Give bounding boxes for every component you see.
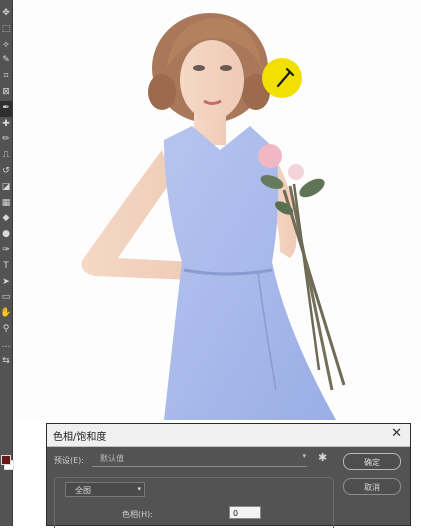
tools-panel: ✥ ⬚ ⟡ ✎ ⌗ ⊠ ✒ ✚ ✏ ⎍ ↺ ◪ ▦ ◆ ● ✑ T ➤ ▭ ✋ ⚲… ⇆ — [0, 0, 13, 526]
preset-label: 预设(E): — [54, 456, 84, 465]
chevron-down-icon: ▾ — [302, 452, 306, 460]
eyedropper-tool-icon[interactable]: ✒ — [0, 100, 12, 117]
zoom-tool-icon[interactable]: ⚲ — [0, 322, 12, 338]
crop-tool-icon[interactable]: ⌗ — [0, 69, 12, 85]
hue-saturation-dialog: 色相/饱和度 ✕ 预设(E): 默认值 ▾ ✱ 确定 取消 全图 ▾ 色相(H)… — [46, 423, 411, 528]
path-select-tool-icon[interactable]: ➤ — [0, 275, 12, 291]
document-canvas[interactable] — [14, 0, 421, 420]
channel-value: 全图 — [75, 486, 91, 495]
dodge-tool-icon[interactable]: ● — [0, 227, 12, 243]
frame-tool-icon[interactable]: ⊠ — [0, 85, 12, 101]
dialog-title: 色相/饱和度 — [53, 432, 107, 443]
close-icon[interactable]: ✕ — [391, 426, 402, 441]
pen-tool-icon[interactable]: ✑ — [0, 243, 12, 259]
type-tool-icon[interactable]: T — [0, 259, 12, 275]
healing-brush-tool-icon[interactable]: ✚ — [0, 117, 12, 133]
photo-model-in-dress — [81, 13, 346, 420]
blur-tool-icon[interactable]: ◆ — [0, 211, 12, 227]
gradient-tool-icon[interactable]: ▦ — [0, 196, 12, 212]
hand-tool-icon[interactable]: ✋ — [0, 306, 12, 322]
brush-tool-icon[interactable]: ✏ — [0, 132, 12, 148]
preset-value: 默认值 — [100, 454, 124, 463]
preset-select[interactable]: 默认值 ▾ — [92, 451, 307, 467]
dialog-titlebar[interactable]: 色相/饱和度 ✕ — [47, 424, 410, 447]
gear-icon[interactable]: ✱ — [318, 451, 327, 464]
rectangle-tool-icon[interactable]: ▭ — [0, 290, 12, 306]
marquee-tool-icon[interactable]: ⬚ — [0, 22, 12, 38]
ok-button[interactable]: 确定 — [343, 453, 401, 470]
eraser-tool-icon[interactable]: ◪ — [0, 180, 12, 196]
more-tools-icon[interactable]: … — [0, 338, 12, 354]
swap-colors-icon[interactable]: ⇆ — [0, 354, 12, 370]
quick-select-tool-icon[interactable]: ✎ — [0, 53, 12, 69]
cancel-button[interactable]: 取消 — [343, 478, 401, 495]
hue-input[interactable]: 0 — [229, 506, 261, 519]
chevron-down-icon: ▾ — [137, 485, 141, 493]
channel-select[interactable]: 全图 ▾ — [65, 482, 145, 497]
hue-label: 色相(H): — [122, 510, 153, 519]
lasso-tool-icon[interactable]: ⟡ — [0, 38, 12, 54]
clone-stamp-tool-icon[interactable]: ⎍ — [0, 148, 12, 164]
history-brush-tool-icon[interactable]: ↺ — [0, 164, 12, 180]
foreground-color-swatch[interactable] — [1, 455, 11, 465]
move-tool-icon[interactable]: ✥ — [0, 6, 12, 22]
